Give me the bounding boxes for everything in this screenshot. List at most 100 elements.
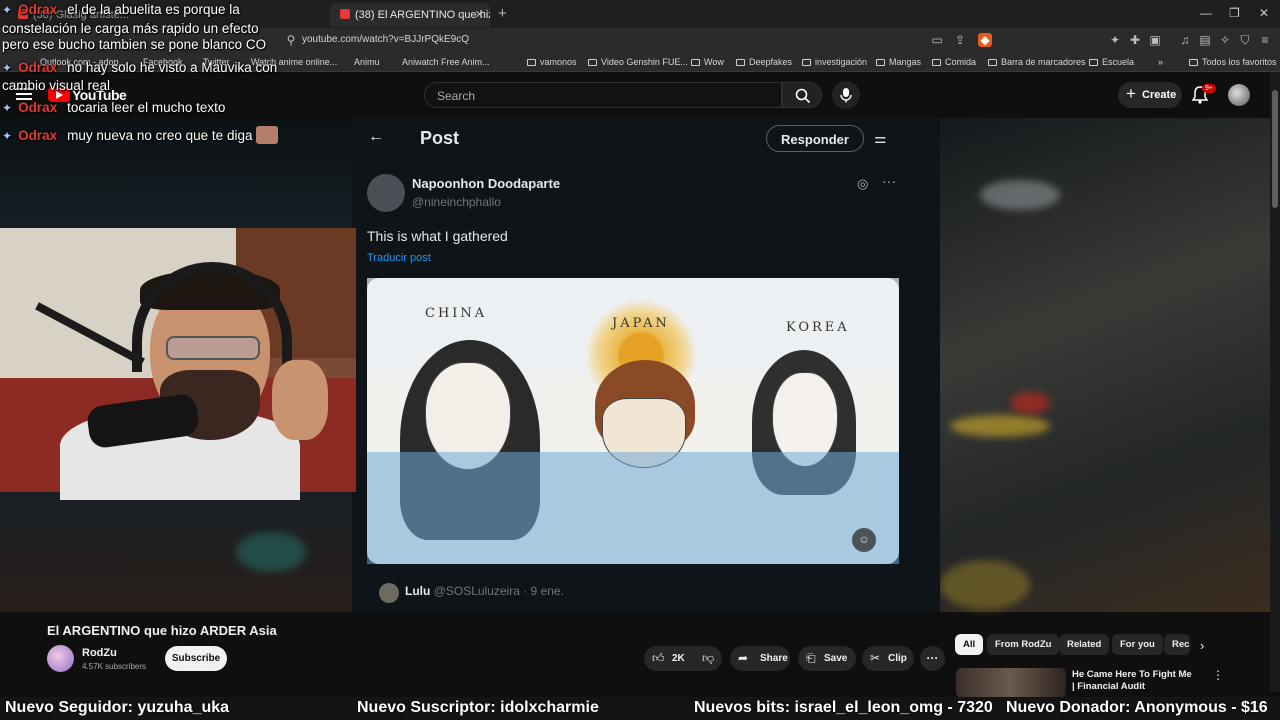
more-options-icon[interactable]: ··· [882, 173, 896, 189]
voice-search-button[interactable] [832, 81, 860, 109]
folder-icon [932, 59, 941, 66]
media-icon[interactable]: ♫ [1178, 33, 1192, 47]
bookmark-aniwatch[interactable]: Aniwatch Free Anim... [402, 57, 490, 67]
channel-name[interactable]: RodZu [82, 647, 117, 659]
bookmark-label: Video Genshin FUE... [601, 57, 688, 67]
close-tab-icon[interactable]: ✕ [475, 8, 484, 21]
bookmark-wow[interactable]: Wow [691, 57, 724, 67]
drawing-label-china: CHINA [425, 306, 488, 321]
bookmark-mangas[interactable]: Mangas [876, 57, 921, 67]
url-field[interactable]: youtube.com/watch?v=BJJrPQkE9cQ [302, 34, 469, 45]
chip-from-rodzu[interactable]: From RodZu [987, 634, 1060, 655]
more-actions-button[interactable]: ··· [920, 646, 945, 671]
search-input[interactable]: Search [424, 82, 782, 108]
dislike-button[interactable]: 👎︎ [694, 646, 722, 671]
image-grok-icon[interactable]: ☺ [852, 528, 876, 552]
bookmark-video-genshin[interactable]: Video Genshin FUE... [588, 57, 688, 67]
bookmark-label: Wow [704, 57, 724, 67]
new-tab-icon[interactable]: + [498, 5, 507, 22]
bookmark-comida[interactable]: Comida [932, 57, 976, 67]
ai-icon[interactable]: ✧ [1218, 33, 1232, 47]
bookmark-label: investigación [815, 57, 868, 67]
microphone-icon [840, 88, 852, 103]
bookmark-label: Escuela [1102, 57, 1135, 67]
chip-all[interactable]: All [955, 634, 984, 655]
chevron-right-icon[interactable]: › [1200, 638, 1204, 653]
ticker-new-subscriber: Nuevo Suscriptor: idolxcharmie [357, 699, 599, 716]
clip-label: Clip [888, 653, 907, 664]
bookmark-all-favorites[interactable]: Todos los favoritos [1189, 57, 1277, 67]
search-button[interactable] [782, 82, 822, 108]
reply-button[interactable]: Responder [766, 125, 864, 152]
post-author-avatar[interactable] [367, 174, 405, 212]
tab-label: (38) El ARGENTINO que hizo ARDER [355, 9, 490, 21]
chip-related[interactable]: Related [1059, 634, 1110, 655]
bookmark-label: Todos los favoritos [1202, 57, 1277, 67]
recommended-more-icon[interactable]: ⋮ [1212, 668, 1224, 682]
bookmark-animu[interactable]: Animu [354, 57, 380, 67]
drawing-label-japan: JAPAN [612, 316, 670, 331]
extension-icon[interactable]: ✦ [1108, 33, 1122, 47]
chat-message-continued: pero ese bucho tambien se pone blanco CO [2, 37, 266, 52]
bookmark-investigacion[interactable]: investigación [802, 57, 867, 67]
bookmark-deepfakes[interactable]: Deepfakes [736, 57, 792, 67]
like-button[interactable]: 👍︎ 2K [644, 646, 694, 671]
recommended-video-title[interactable]: He Came Here To Fight Me | Financial Aud… [1072, 669, 1192, 693]
minimize-icon[interactable]: — [1200, 6, 1212, 20]
vpn-icon[interactable]: ⛉ [1238, 33, 1252, 47]
chat-text: cambio visual real [2, 78, 111, 93]
chat-text: el de la abuelita es porque la [67, 2, 240, 17]
post-header-title: Post [420, 128, 460, 148]
post-author-name[interactable]: Napoonhon Doodaparte [412, 176, 560, 191]
subscribe-button[interactable]: Subscribe [165, 646, 227, 671]
menu-icon[interactable]: ≡ [1258, 33, 1272, 47]
youtube-favicon-icon [340, 9, 350, 19]
reply-author-avatar[interactable] [379, 583, 399, 603]
folder-icon [691, 59, 700, 66]
maximize-icon[interactable]: ❐ [1229, 6, 1240, 20]
video-title: El ARGENTINO que hizo ARDER Asia [47, 623, 277, 638]
filter-sliders-icon[interactable]: ⚌ [874, 130, 887, 147]
folder-icon [802, 59, 811, 66]
background-blur-streak [1010, 392, 1050, 414]
chip-recent[interactable]: Rec [1164, 634, 1190, 655]
back-arrow-icon[interactable]: ← [368, 128, 384, 146]
create-button[interactable]: Create [1118, 82, 1182, 108]
save-button[interactable]: ⎗ Save [798, 646, 856, 671]
close-window-icon[interactable]: ✕ [1259, 6, 1269, 20]
save-label: Save [824, 653, 848, 664]
recommended-video-thumbnail[interactable] [956, 668, 1066, 698]
cast-icon[interactable]: ▭ [930, 33, 944, 47]
thumbs-up-icon: 👍︎ [652, 651, 665, 665]
post-author-handle[interactable]: @nineinchphallo [412, 195, 501, 209]
share-arrow-icon: ➦ [738, 651, 749, 665]
bookmark-barra[interactable]: Barra de marcadores [988, 57, 1086, 67]
sidebar-icon[interactable]: ▣ [1148, 33, 1162, 47]
bookmark-escuela[interactable]: Escuela [1089, 57, 1134, 67]
drawing-label-korea: KOREA [786, 320, 850, 335]
chat-username: Odrax [18, 100, 58, 115]
browser-tab-active[interactable]: (38) El ARGENTINO que hizo ARDER✕ [330, 3, 490, 27]
extensions-puzzle-icon[interactable]: ✚ [1128, 33, 1142, 47]
bookmarks-overflow-icon[interactable]: » [1158, 57, 1163, 67]
clip-button[interactable]: ✂ Clip [862, 646, 914, 671]
bookmark-vamonos[interactable]: vamonos [527, 57, 577, 67]
folder-icon [1189, 59, 1198, 66]
share-label: Share [760, 653, 788, 664]
scrollbar-thumb[interactable] [1272, 90, 1278, 208]
account-avatar[interactable] [1228, 84, 1250, 106]
share-button[interactable]: ➦ Share [730, 646, 790, 671]
site-info-icon[interactable]: ⚲ [284, 33, 298, 47]
grok-icon[interactable]: ◎ [857, 176, 868, 192]
bookmark-label: Deepfakes [749, 57, 793, 67]
scissors-icon: ✂ [870, 651, 881, 665]
channel-avatar[interactable] [47, 645, 74, 672]
chip-for-you[interactable]: For you [1112, 634, 1163, 655]
translate-post-link[interactable]: Traducir post [367, 252, 431, 264]
wallet-icon[interactable]: ▤ [1198, 33, 1212, 47]
notification-badge: 9+ [1202, 84, 1216, 93]
brave-shield-icon[interactable]: ◆ [978, 33, 992, 47]
chat-text: no hay solo he visto a Mauvika con [67, 60, 278, 75]
ticker-new-bits: Nuevos bits: israel_el_leon_omg - 7320 [694, 699, 993, 716]
share-page-icon[interactable]: ⇪ [953, 33, 967, 47]
